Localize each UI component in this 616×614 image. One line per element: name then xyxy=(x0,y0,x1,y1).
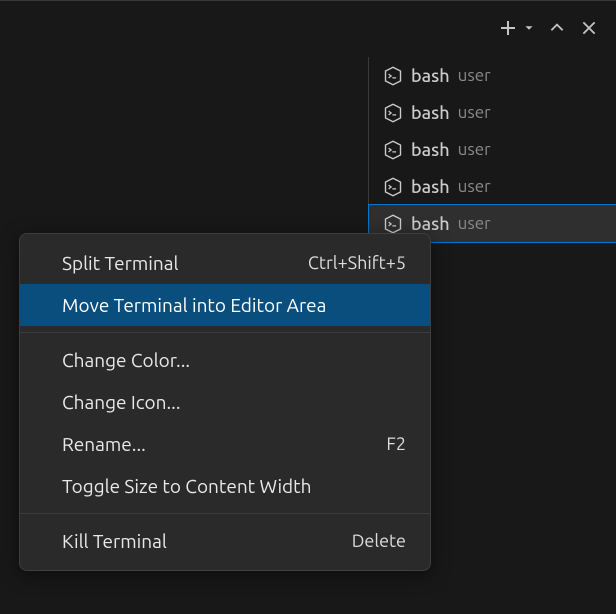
menu-item-label: Kill Terminal xyxy=(62,530,167,552)
terminal-user-label: user xyxy=(458,66,491,85)
close-icon xyxy=(580,19,598,37)
terminal-user-label: user xyxy=(458,103,491,122)
menu-item-label: Change Color... xyxy=(62,349,190,371)
close-panel-button[interactable] xyxy=(576,15,602,41)
menu-item-label: Change Icon... xyxy=(62,391,181,413)
terminal-icon xyxy=(383,177,403,197)
terminal-icon xyxy=(383,66,403,86)
terminal-user-label: user xyxy=(458,214,491,233)
menu-item-kill-terminal[interactable]: Kill Terminal Delete xyxy=(20,520,430,562)
new-terminal-button[interactable] xyxy=(494,15,520,41)
chevron-up-icon xyxy=(548,19,566,37)
menu-item-move-to-editor[interactable]: Move Terminal into Editor Area xyxy=(20,284,430,326)
terminal-shell-label: bash xyxy=(411,214,450,234)
terminal-user-label: user xyxy=(458,177,491,196)
menu-item-label: Split Terminal xyxy=(62,252,178,274)
terminal-shell-label: bash xyxy=(411,177,450,197)
terminal-tab[interactable]: bash user xyxy=(369,168,616,205)
menu-separator xyxy=(20,332,430,333)
menu-item-change-icon[interactable]: Change Icon... xyxy=(20,381,430,423)
menu-item-label: Toggle Size to Content Width xyxy=(62,475,312,497)
menu-item-change-color[interactable]: Change Color... xyxy=(20,339,430,381)
terminal-icon xyxy=(383,214,403,234)
terminal-list: bash user bash user bash user bash user … xyxy=(368,57,616,242)
terminal-icon xyxy=(383,140,403,160)
chevron-down-icon xyxy=(522,21,536,35)
menu-item-shortcut: Delete xyxy=(352,531,406,551)
terminal-context-menu: Split Terminal Ctrl+Shift+5 Move Termina… xyxy=(19,233,431,571)
menu-item-label: Move Terminal into Editor Area xyxy=(62,294,326,316)
plus-icon xyxy=(497,18,517,38)
terminal-user-label: user xyxy=(458,140,491,159)
menu-item-rename[interactable]: Rename... F2 xyxy=(20,423,430,465)
terminal-toolbar xyxy=(494,1,616,55)
menu-item-toggle-size[interactable]: Toggle Size to Content Width xyxy=(20,465,430,507)
terminal-shell-label: bash xyxy=(411,66,450,86)
menu-item-shortcut: F2 xyxy=(386,434,406,454)
terminal-tab[interactable]: bash user xyxy=(369,57,616,94)
maximize-panel-button[interactable] xyxy=(544,15,570,41)
terminal-tab[interactable]: bash user xyxy=(369,131,616,168)
terminal-shell-label: bash xyxy=(411,140,450,160)
terminal-icon xyxy=(383,103,403,123)
menu-item-split-terminal[interactable]: Split Terminal Ctrl+Shift+5 xyxy=(20,242,430,284)
terminal-tab[interactable]: bash user xyxy=(369,94,616,131)
menu-separator xyxy=(20,513,430,514)
menu-item-shortcut: Ctrl+Shift+5 xyxy=(308,253,406,273)
launch-profile-dropdown[interactable] xyxy=(520,15,538,41)
terminal-shell-label: bash xyxy=(411,103,450,123)
menu-item-label: Rename... xyxy=(62,433,146,455)
